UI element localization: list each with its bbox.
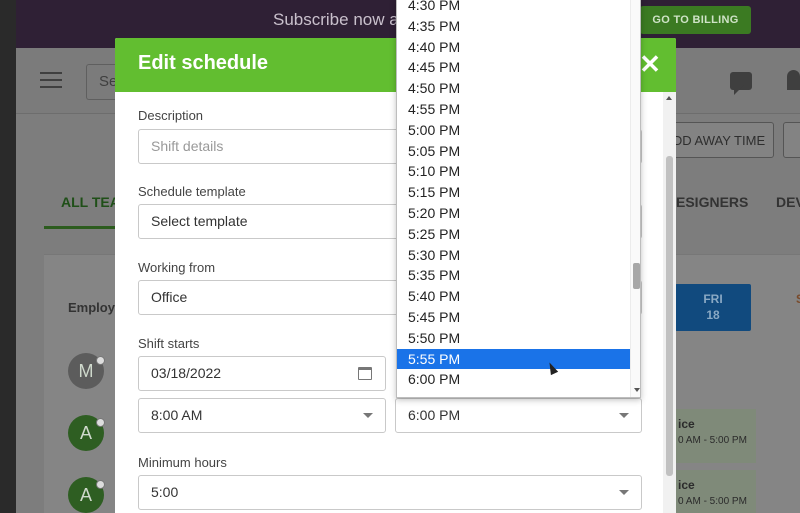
- time-option[interactable]: 4:40 PM: [397, 37, 630, 58]
- time-option[interactable]: 5:55 PM: [397, 348, 630, 370]
- time-option[interactable]: 5:30 PM: [397, 245, 630, 266]
- chat-icon[interactable]: [730, 72, 752, 95]
- subscribe-text: Subscribe now a: [273, 10, 399, 29]
- scroll-up-icon[interactable]: [666, 96, 672, 100]
- end-time-dropdown-list[interactable]: 4:30 PM 4:35 PM 4:40 PM 4:45 PM 4:50 PM 4:55 …: [396, 0, 641, 398]
- tab-dev[interactable]: DEV: [776, 194, 800, 210]
- time-option[interactable]: 5:45 PM: [397, 307, 630, 328]
- shift-date-value: 03/18/2022: [151, 365, 222, 381]
- active-tab-indicator: [44, 226, 116, 229]
- time-option[interactable]: 4:50 PM: [397, 78, 630, 99]
- working-from-value: Office: [151, 289, 188, 305]
- shift-starts-label: Shift starts: [138, 336, 200, 351]
- time-option[interactable]: 4:55 PM: [397, 99, 630, 120]
- shift-time: 0 AM - 5:00 PM: [678, 435, 747, 446]
- time-option[interactable]: 5:00 PM: [397, 120, 630, 141]
- add-away-time-button[interactable]: DD AWAY TIME: [664, 122, 774, 158]
- status-dot: [96, 356, 105, 365]
- shift-title: ice: [678, 417, 695, 431]
- chevron-down-icon: [363, 413, 373, 418]
- tab-designers[interactable]: ESIGNERS: [676, 194, 748, 210]
- time-option[interactable]: 5:40 PM: [397, 286, 630, 307]
- go-to-billing-button[interactable]: GO TO BILLING: [640, 6, 751, 34]
- template-label: Schedule template: [138, 184, 246, 199]
- start-time-select[interactable]: 8:00 AM: [138, 398, 386, 433]
- avatar-initial: A: [79, 484, 92, 505]
- time-options: 4:30 PM 4:35 PM 4:40 PM 4:45 PM 4:50 PM 4:55 …: [397, 0, 630, 390]
- chevron-down-icon: [619, 413, 629, 418]
- start-time-value: 8:00 AM: [151, 407, 203, 423]
- time-option[interactable]: 5:05 PM: [397, 141, 630, 162]
- time-option[interactable]: 6:00 PM: [397, 369, 630, 390]
- time-option[interactable]: 4:30 PM: [397, 0, 630, 16]
- time-option[interactable]: 5:50 PM: [397, 328, 630, 349]
- time-option[interactable]: 5:15 PM: [397, 182, 630, 203]
- modal-scrollbar[interactable]: [663, 92, 676, 513]
- avatar[interactable]: A: [68, 415, 105, 451]
- status-dot: [96, 480, 105, 489]
- shift-cell[interactable]: ice 0 AM - 5:00 PM: [670, 470, 756, 513]
- day-header-fri[interactable]: FRI 18: [675, 284, 751, 331]
- avatar-initial: M: [78, 360, 94, 381]
- description-label: Description: [138, 108, 204, 123]
- time-option[interactable]: 5:25 PM: [397, 224, 630, 245]
- modal-title: Edit schedule: [138, 52, 269, 74]
- chevron-down-icon: [619, 490, 629, 495]
- status-dot: [96, 418, 105, 427]
- scroll-thumb[interactable]: [666, 156, 673, 476]
- template-value: Select template: [151, 213, 248, 229]
- left-edge: [0, 0, 16, 513]
- dropdown-scrollbar[interactable]: [630, 0, 640, 397]
- end-time-select[interactable]: 6:00 PM: [395, 398, 642, 433]
- shift-cell[interactable]: ice 0 AM - 5:00 PM: [670, 409, 756, 463]
- scroll-down-icon[interactable]: [634, 388, 640, 392]
- time-option[interactable]: 4:45 PM: [397, 57, 630, 78]
- time-option[interactable]: 4:35 PM: [397, 16, 630, 37]
- time-option[interactable]: 5:35 PM: [397, 265, 630, 286]
- avatar[interactable]: A: [68, 477, 105, 513]
- time-option[interactable]: 5:20 PM: [397, 203, 630, 224]
- day-header-next: S: [796, 292, 800, 306]
- shift-title: ice: [678, 478, 695, 492]
- avatar-initial: A: [79, 422, 92, 443]
- notification-icon[interactable]: [787, 70, 800, 90]
- calendar-icon[interactable]: [358, 367, 372, 380]
- minimum-hours-label: Minimum hours: [138, 455, 227, 470]
- end-time-value: 6:00 PM: [408, 407, 461, 423]
- working-from-label: Working from: [138, 260, 216, 275]
- avatar[interactable]: M: [68, 353, 105, 389]
- shift-time: 0 AM - 5:00 PM: [678, 496, 747, 507]
- minimum-hours-select[interactable]: 5:00: [138, 475, 642, 510]
- day-date: 18: [706, 308, 720, 322]
- tab-all-teams[interactable]: ALL TEA: [61, 194, 120, 210]
- dropdown-scroll-thumb[interactable]: [633, 263, 640, 289]
- more-button[interactable]: [783, 122, 800, 158]
- menu-icon[interactable]: [40, 72, 62, 88]
- shift-date-field[interactable]: 03/18/2022: [138, 356, 386, 391]
- minimum-hours-value: 5:00: [151, 484, 179, 500]
- time-option[interactable]: 5:10 PM: [397, 161, 630, 182]
- day-name: FRI: [703, 292, 723, 306]
